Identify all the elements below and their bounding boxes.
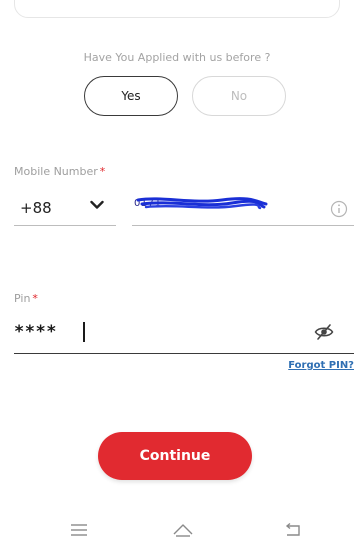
continue-label: Continue [139, 448, 211, 464]
pin-label: Pin * [14, 292, 38, 305]
continue-button[interactable]: Continue [98, 432, 252, 480]
yes-option-label: Yes [121, 89, 141, 103]
country-code-select[interactable]: +88 [14, 190, 116, 226]
mobile-number-input[interactable]: 0171 [132, 190, 354, 226]
menu-icon[interactable] [68, 522, 90, 538]
previous-card [14, 0, 340, 18]
no-option-label: No [230, 89, 248, 103]
required-mark: * [32, 292, 38, 305]
pin-label-text: Pin [14, 292, 31, 305]
country-code-value: +88 [20, 198, 52, 217]
mobile-label-text: Mobile Number [14, 165, 98, 178]
no-option-button[interactable]: No [192, 76, 286, 116]
login-screen: Have You Applied with us before ? Yes No… [0, 0, 354, 540]
forgot-pin-link[interactable]: Forgot PIN? [288, 360, 354, 371]
pin-input[interactable]: **** [14, 314, 354, 354]
chevron-down-icon [90, 200, 104, 209]
pin-value: **** [14, 322, 57, 342]
required-mark: * [99, 165, 106, 178]
mobile-number-label: Mobile Number * [14, 165, 105, 178]
back-icon[interactable] [282, 522, 304, 538]
yes-option-button[interactable]: Yes [84, 76, 178, 116]
eye-slash-icon[interactable] [314, 323, 334, 341]
applied-before-question: Have You Applied with us before ? [83, 51, 271, 64]
home-icon[interactable] [172, 522, 194, 538]
redaction-scribble [136, 197, 268, 210]
info-icon[interactable] [330, 200, 348, 218]
text-cursor [83, 322, 85, 342]
